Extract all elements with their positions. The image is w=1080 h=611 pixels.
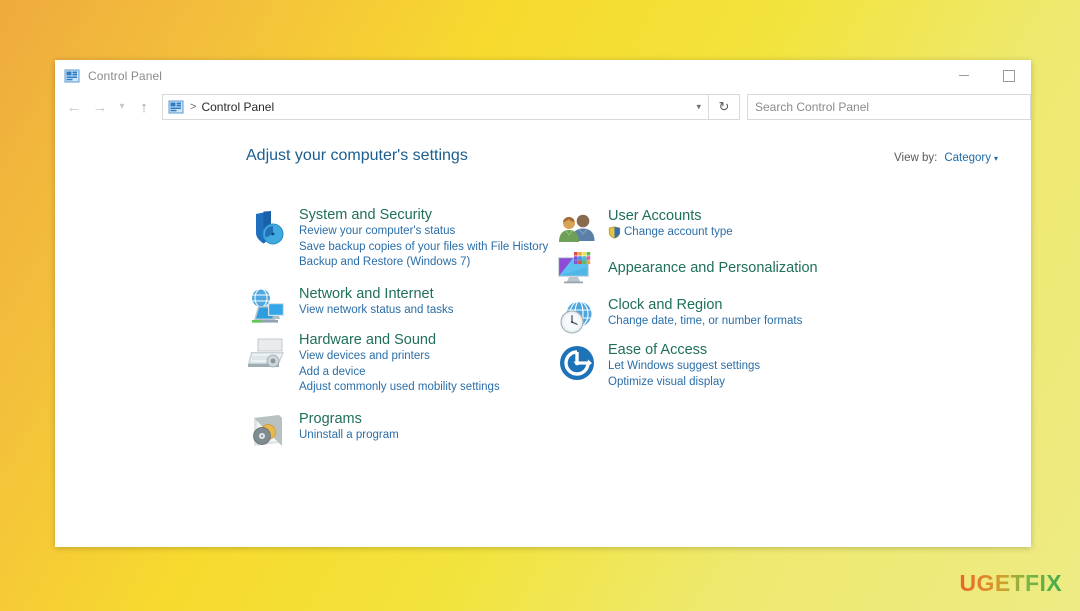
clock-region-icon[interactable] xyxy=(555,296,599,340)
control-panel-icon xyxy=(168,99,184,115)
category-text: User Accounts Change account type xyxy=(608,207,733,251)
category-text: Programs Uninstall a program xyxy=(299,410,399,454)
breadcrumb[interactable]: > Control Panel ▾ xyxy=(162,94,709,120)
category-programs: Programs Uninstall a program xyxy=(246,410,399,454)
chevron-down-icon: ▾ xyxy=(119,101,125,112)
category-title[interactable]: Network and Internet xyxy=(299,286,453,303)
appearance-personalization-icon[interactable] xyxy=(555,247,599,291)
category-system-and-security: System and Security Review your computer… xyxy=(246,206,548,271)
category-title[interactable]: Hardware and Sound xyxy=(299,332,500,349)
category-link-change-account-type[interactable]: Change account type xyxy=(608,225,733,241)
category-text: Network and Internet View network status… xyxy=(299,285,453,329)
category-title[interactable]: Appearance and Personalization xyxy=(608,260,818,277)
back-arrow-icon: ← xyxy=(66,98,82,116)
user-accounts-icon[interactable] xyxy=(555,207,599,251)
shield-security-icon[interactable] xyxy=(246,206,290,250)
category-link[interactable]: View devices and printers xyxy=(299,349,500,365)
uac-shield-icon xyxy=(608,226,621,239)
maximize-icon xyxy=(1002,69,1015,82)
category-hardware-and-sound: Hardware and Sound View devices and prin… xyxy=(246,331,500,396)
category-text: System and Security Review your computer… xyxy=(299,206,548,271)
category-ease-of-access: Ease of Access Let Windows suggest setti… xyxy=(555,341,760,390)
network-internet-icon[interactable] xyxy=(246,285,290,329)
maximize-button[interactable] xyxy=(986,60,1031,91)
address-bar: ← → ▾ ↑ > Control Panel ▾ ↻ Search Contr… xyxy=(55,91,1031,123)
ugetfix-watermark: UGETFIX xyxy=(959,570,1062,596)
category-network-and-internet: Network and Internet View network status… xyxy=(246,285,453,329)
category-link[interactable]: Save backup copies of your files with Fi… xyxy=(299,240,548,256)
category-columns: System and Security Review your computer… xyxy=(55,123,1031,547)
category-text: Ease of Access Let Windows suggest setti… xyxy=(608,341,760,390)
refresh-icon: ↻ xyxy=(718,99,730,114)
category-clock-and-region: Clock and Region Change date, time, or n… xyxy=(555,296,802,340)
control-panel-icon xyxy=(64,68,80,84)
category-title[interactable]: Clock and Region xyxy=(608,297,802,314)
forward-arrow-icon: → xyxy=(92,98,108,116)
category-text: Appearance and Personalization xyxy=(608,247,818,291)
category-text: Clock and Region Change date, time, or n… xyxy=(608,296,802,340)
category-link[interactable]: Review your computer's status xyxy=(299,224,548,240)
ease-of-access-icon[interactable] xyxy=(555,341,599,385)
category-link-label: Change account type xyxy=(624,226,733,238)
window-titlebar[interactable]: Control Panel xyxy=(55,60,1031,91)
category-appearance-and-personalization: Appearance and Personalization xyxy=(555,247,818,291)
programs-icon[interactable] xyxy=(246,410,290,454)
minimize-icon xyxy=(958,75,969,76)
control-panel-content: Adjust your computer's settings View by:… xyxy=(55,123,1031,547)
chevron-down-icon[interactable]: ▾ xyxy=(696,102,701,113)
category-link[interactable]: Backup and Restore (Windows 7) xyxy=(299,255,548,271)
desktop-background: Control Panel ← → ▾ ↑ > Control Panel ▾ … xyxy=(0,0,1080,611)
back-button[interactable]: ← xyxy=(61,94,87,120)
category-link[interactable]: Add a device xyxy=(299,365,500,381)
up-arrow-icon: ↑ xyxy=(140,98,148,116)
window-controls xyxy=(941,60,1031,91)
control-panel-window: Control Panel ← → ▾ ↑ > Control Panel ▾ … xyxy=(55,60,1031,547)
up-button[interactable]: ↑ xyxy=(131,94,157,120)
search-input[interactable] xyxy=(748,99,1030,115)
category-title[interactable]: Ease of Access xyxy=(608,342,760,359)
breadcrumb-separator: > xyxy=(190,101,197,113)
search-box[interactable] xyxy=(747,94,1031,120)
category-text: Hardware and Sound View devices and prin… xyxy=(299,331,500,396)
category-title[interactable]: User Accounts xyxy=(608,208,733,225)
category-link[interactable]: Adjust commonly used mobility settings xyxy=(299,380,500,396)
category-link[interactable]: Change date, time, or number formats xyxy=(608,314,802,330)
category-title[interactable]: Programs xyxy=(299,411,399,428)
category-title[interactable]: System and Security xyxy=(299,207,548,224)
category-user-accounts: User Accounts Change account type xyxy=(555,207,733,251)
breadcrumb-path[interactable]: Control Panel xyxy=(201,100,274,114)
category-link[interactable]: Optimize visual display xyxy=(608,375,760,391)
forward-button[interactable]: → xyxy=(87,94,113,120)
window-title: Control Panel xyxy=(88,68,163,83)
recent-locations-button[interactable]: ▾ xyxy=(113,94,131,120)
category-link[interactable]: View network status and tasks xyxy=(299,303,453,319)
hardware-sound-icon[interactable] xyxy=(246,331,290,375)
minimize-button[interactable] xyxy=(941,60,986,91)
category-link[interactable]: Uninstall a program xyxy=(299,428,399,444)
refresh-button[interactable]: ↻ xyxy=(709,94,740,120)
category-link[interactable]: Let Windows suggest settings xyxy=(608,359,760,375)
